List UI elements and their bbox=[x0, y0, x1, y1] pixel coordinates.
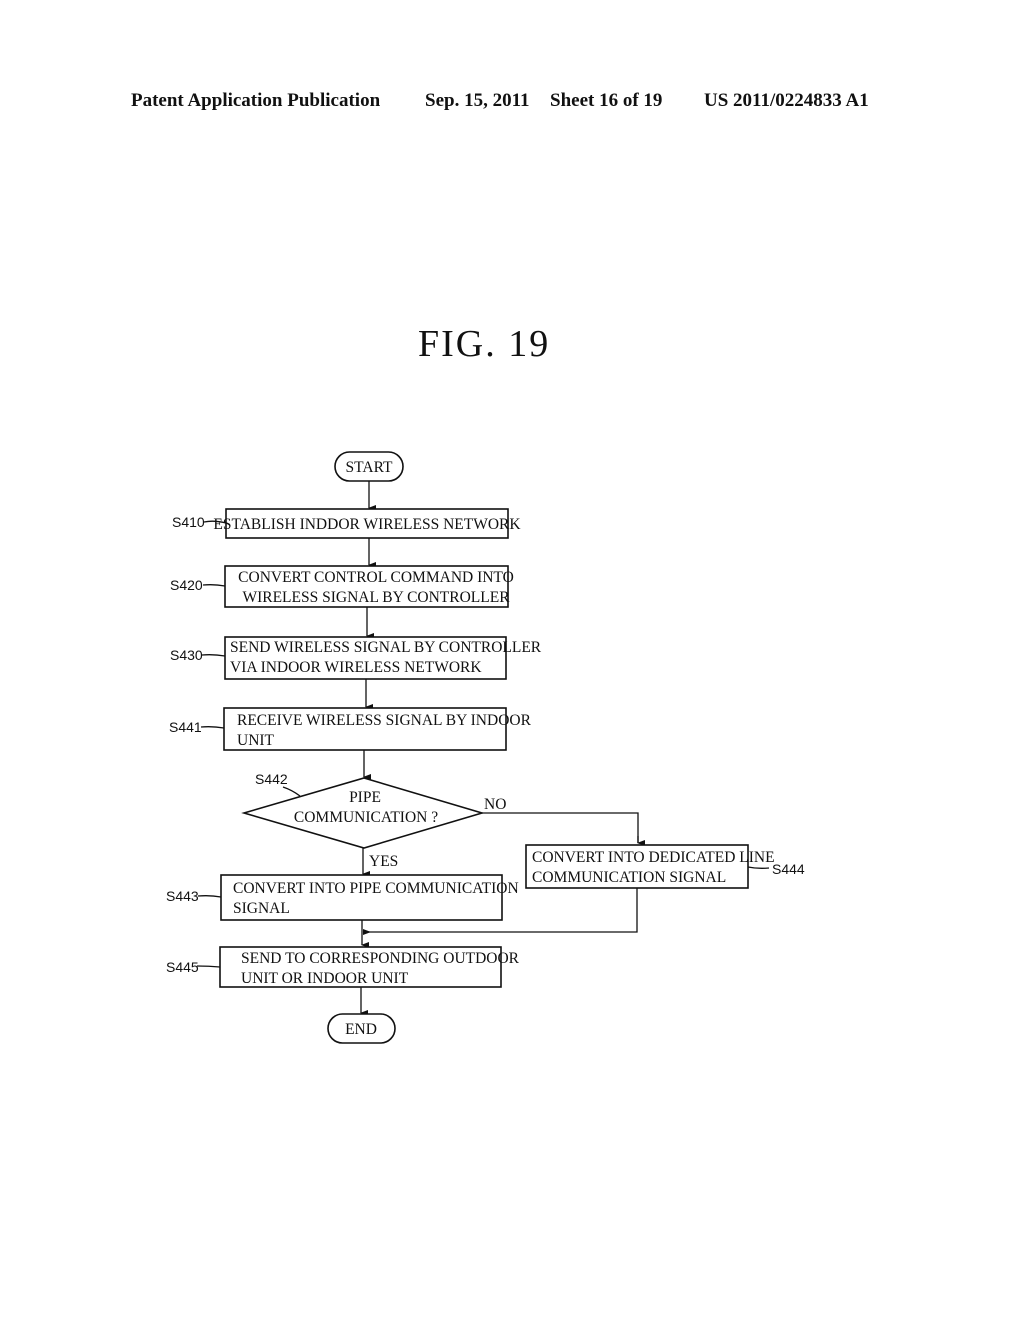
step-s430: SEND WIRELESS SIGNAL BY CONTROLLER VIA I… bbox=[170, 636, 542, 680]
step-label: S445 bbox=[166, 959, 199, 975]
step-label: S410 bbox=[172, 514, 205, 530]
svg-text:RECEIVE WIRELESS SIGNAL BY IND: RECEIVE WIRELESS SIGNAL BY INDOOR bbox=[237, 712, 532, 729]
step-s444: CONVERT INTO DEDICATED LINE COMMUNICATIO… bbox=[525, 844, 805, 889]
svg-text:END: END bbox=[345, 1021, 377, 1038]
step-label: S444 bbox=[772, 861, 805, 877]
start-terminal: START bbox=[334, 451, 404, 482]
svg-text:CONVERT INTO DEDICATED LINE: CONVERT INTO DEDICATED LINE bbox=[532, 849, 775, 866]
yes-label: YES bbox=[369, 853, 398, 870]
step-s441: RECEIVE WIRELESS SIGNAL BY INDOOR UNIT S… bbox=[169, 707, 532, 751]
svg-text:SIGNAL: SIGNAL bbox=[233, 900, 290, 917]
svg-text:WIRELESS SIGNAL BY CONTROLLER: WIRELESS SIGNAL BY CONTROLLER bbox=[242, 589, 510, 606]
flowchart: START ESTABLISH INDDOR WIRELESS NETWORK … bbox=[166, 451, 805, 1044]
arrow-no bbox=[482, 812, 639, 843]
svg-text:COMMUNICATION ?: COMMUNICATION ? bbox=[294, 809, 438, 826]
step-label: S420 bbox=[170, 577, 203, 593]
svg-text:COMMUNICATION SIGNAL: COMMUNICATION SIGNAL bbox=[532, 869, 726, 886]
svg-text:VIA INDOOR WIRELESS NETWORK: VIA INDOOR WIRELESS NETWORK bbox=[230, 659, 482, 676]
svg-text:SEND WIRELESS SIGNAL BY CONTRO: SEND WIRELESS SIGNAL BY CONTROLLER bbox=[230, 639, 542, 656]
svg-text:SEND TO CORRESPONDING OUTDOOR: SEND TO CORRESPONDING OUTDOOR bbox=[241, 950, 520, 967]
svg-text:UNIT: UNIT bbox=[237, 732, 275, 749]
decision-s442: PIPE COMMUNICATION ? S442 NO YES bbox=[241, 771, 506, 870]
step-s420: CONVERT CONTROL COMMAND INTO WIRELESS SI… bbox=[170, 565, 514, 608]
step-s443: CONVERT INTO PIPE COMMUNICATION SIGNAL S… bbox=[166, 874, 519, 921]
end-terminal: END bbox=[327, 1013, 396, 1044]
svg-text:START: START bbox=[346, 459, 393, 476]
svg-text:UNIT OR INDOOR UNIT: UNIT OR INDOOR UNIT bbox=[241, 970, 409, 987]
step-label: S430 bbox=[170, 647, 203, 663]
svg-text:PIPE: PIPE bbox=[349, 789, 381, 806]
svg-text:CONVERT INTO PIPE COMMUNICATIO: CONVERT INTO PIPE COMMUNICATION bbox=[233, 880, 519, 897]
step-label: S442 bbox=[255, 771, 288, 787]
step-s445: SEND TO CORRESPONDING OUTDOOR UNIT OR IN… bbox=[166, 946, 520, 988]
step-label: S443 bbox=[166, 888, 199, 904]
step-s410: ESTABLISH INDDOR WIRELESS NETWORK S410 bbox=[172, 508, 521, 539]
no-label: NO bbox=[484, 796, 506, 813]
step-label: S441 bbox=[169, 719, 202, 735]
svg-text:CONVERT CONTROL COMMAND INTO: CONVERT CONTROL COMMAND INTO bbox=[238, 569, 514, 586]
svg-text:ESTABLISH INDDOR WIRELESS NETW: ESTABLISH INDDOR WIRELESS NETWORK bbox=[213, 516, 521, 533]
